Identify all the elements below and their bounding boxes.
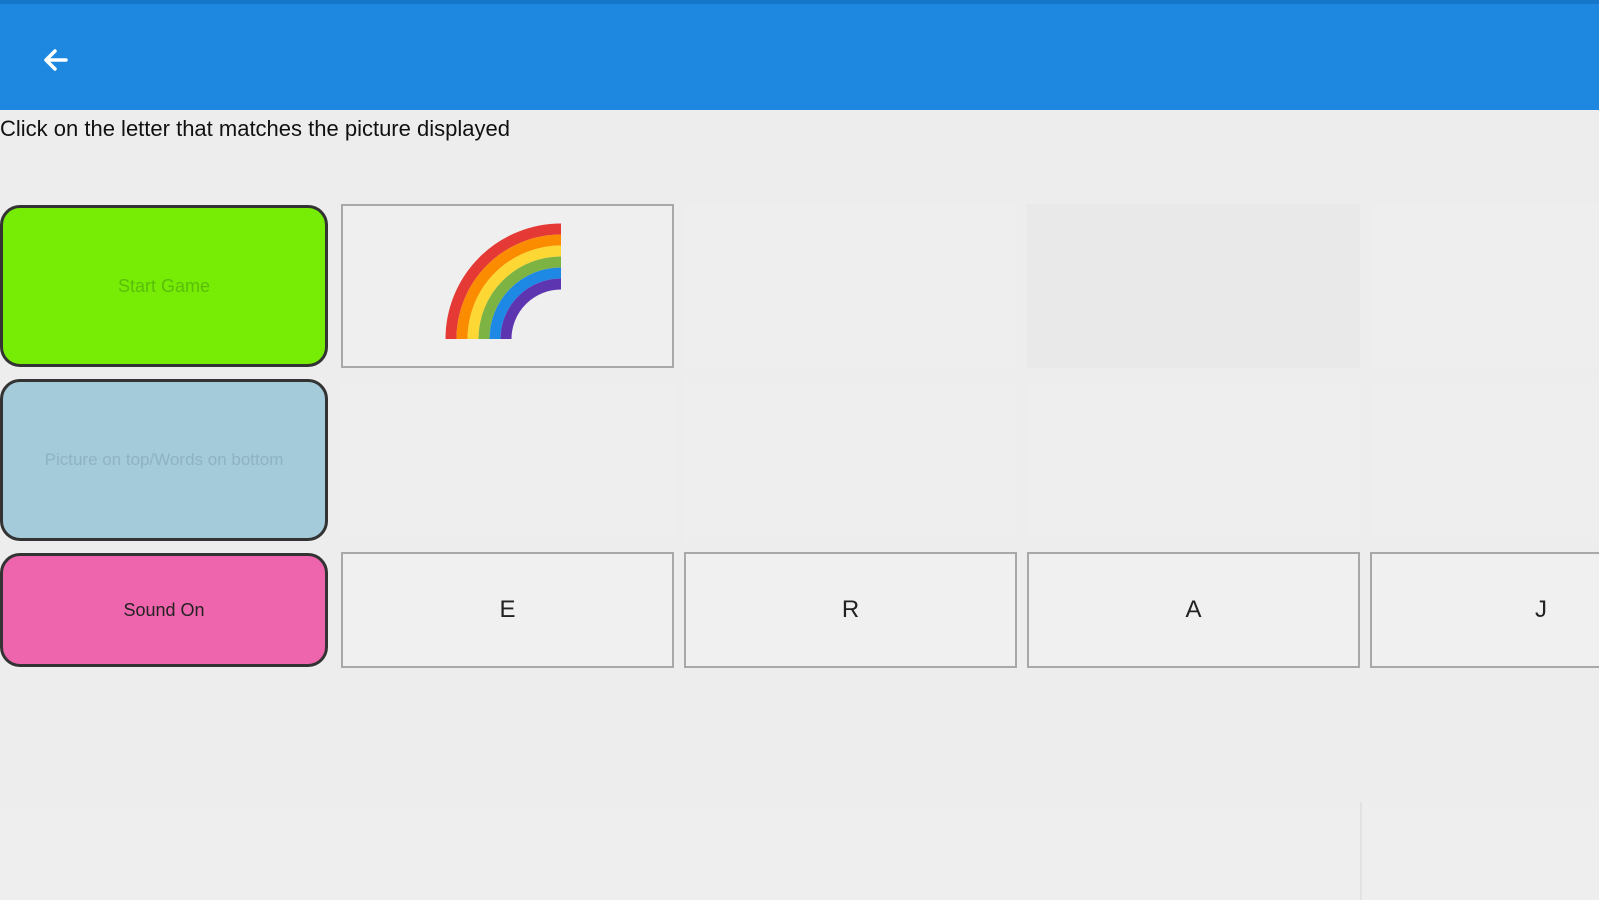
letter-button-e[interactable]: E <box>341 552 674 668</box>
divider <box>1360 802 1362 900</box>
rainbow-icon <box>445 223 561 340</box>
app-bar <box>0 0 1599 110</box>
letter-button-r[interactable]: R <box>684 552 1017 668</box>
empty-cell <box>341 378 674 542</box>
letter-button-a[interactable]: A <box>1027 552 1360 668</box>
empty-cell <box>1370 204 1599 368</box>
empty-cell <box>684 204 1017 368</box>
back-button[interactable] <box>34 38 78 82</box>
empty-cell <box>1027 204 1360 368</box>
empty-cell <box>684 378 1017 542</box>
instruction-text: Click on the letter that matches the pic… <box>0 116 510 141</box>
display-mode-button[interactable]: Picture on top/Words on bottom <box>0 379 328 541</box>
sound-toggle-button[interactable]: Sound On <box>0 553 328 667</box>
picture-card <box>341 204 674 368</box>
empty-cell <box>1027 378 1360 542</box>
empty-cell <box>1370 378 1599 542</box>
arrow-left-icon <box>44 49 68 71</box>
letter-button-j[interactable]: J <box>1370 552 1599 668</box>
start-game-button[interactable]: Start Game <box>0 205 328 367</box>
